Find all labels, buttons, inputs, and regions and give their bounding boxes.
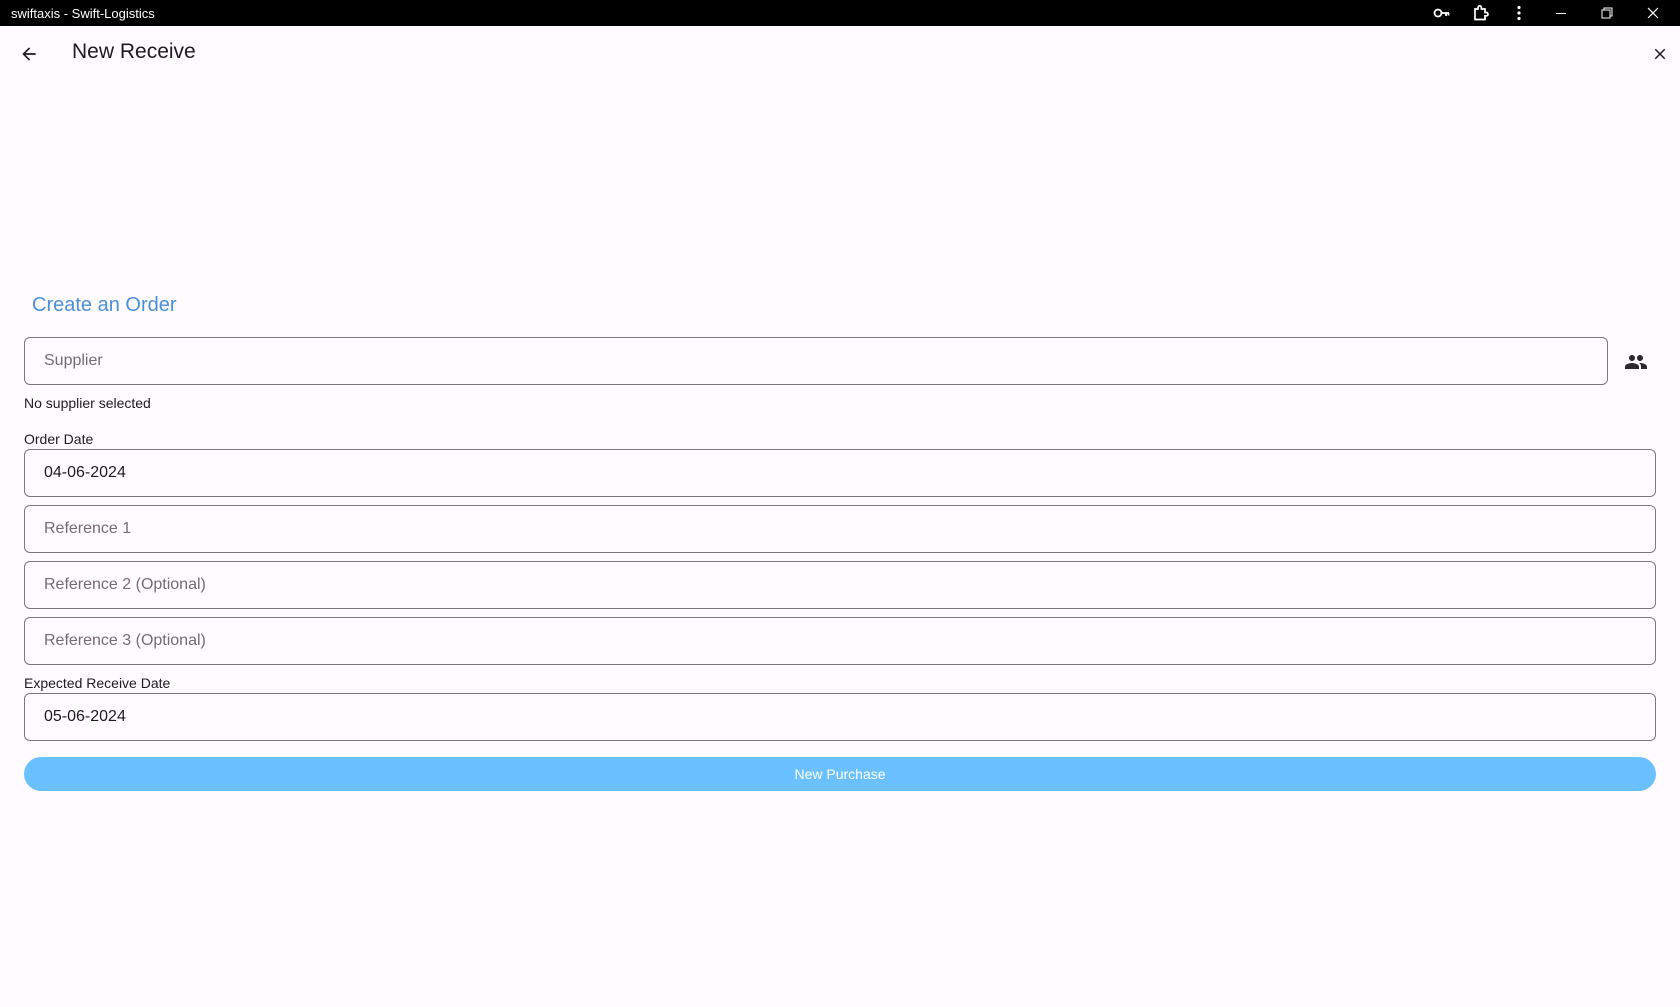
minimize-icon[interactable]	[1538, 0, 1584, 26]
order-date-label: Order Date	[24, 431, 94, 447]
extension-icon[interactable]	[1462, 0, 1500, 26]
window-controls	[1422, 0, 1680, 26]
more-vert-icon[interactable]	[1500, 0, 1538, 26]
supplier-status-text: No supplier selected	[24, 395, 151, 411]
reference-1-field[interactable]	[24, 505, 1656, 553]
page-title: New Receive	[72, 40, 196, 63]
section-title: Create an Order	[32, 294, 177, 316]
window-titlebar: swiftaxis - Swift-Logistics	[0, 0, 1680, 26]
new-purchase-button[interactable]: New Purchase	[24, 757, 1656, 791]
close-icon	[1654, 48, 1666, 60]
arrow-back-icon	[22, 47, 36, 61]
expected-receive-date-field[interactable]	[24, 693, 1656, 741]
supplier-picker-button[interactable]	[1620, 346, 1652, 378]
app-bar: New Receive	[0, 26, 1680, 80]
window-title: swiftaxis - Swift-Logistics	[11, 5, 155, 21]
key-icon[interactable]	[1422, 0, 1462, 26]
restore-icon[interactable]	[1584, 0, 1630, 26]
reference-3-field[interactable]	[24, 617, 1656, 665]
expected-receive-date-label: Expected Receive Date	[24, 675, 171, 691]
people-icon	[1625, 355, 1647, 369]
reference-2-field[interactable]	[24, 561, 1656, 609]
close-button[interactable]	[1645, 39, 1675, 69]
close-icon[interactable]	[1630, 0, 1676, 26]
order-date-field[interactable]	[24, 449, 1656, 497]
supplier-input[interactable]	[24, 337, 1608, 385]
back-button[interactable]	[14, 39, 44, 69]
